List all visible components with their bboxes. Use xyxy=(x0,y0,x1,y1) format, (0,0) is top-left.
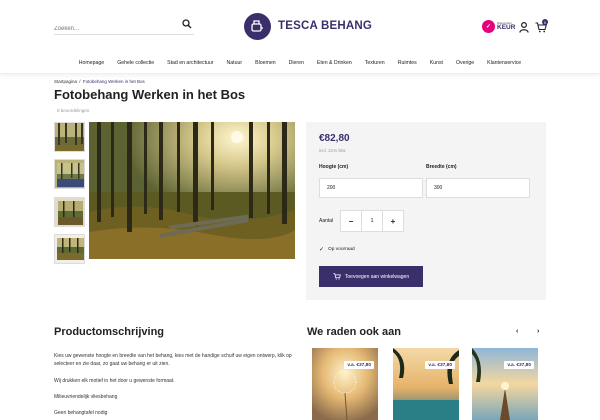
cart-count-badge: 0 xyxy=(542,19,548,25)
site-logo[interactable]: TESCA BEHANG xyxy=(244,12,372,40)
quantity-value[interactable]: 1 xyxy=(362,210,382,232)
description-paragraph: Geen behangtafel nodig xyxy=(54,410,108,416)
add-to-cart-button[interactable]: Toevoegen aan winkelwagen xyxy=(319,266,423,287)
recommendation-price: v.a. €37,80 xyxy=(425,361,455,369)
description-paragraph: Kies uw gewenste hoogte en breedte van h… xyxy=(54,353,292,367)
vat-note: incl. 21% btw xyxy=(319,148,346,153)
recommendation-price: v.a. €37,80 xyxy=(504,361,534,369)
user-icon[interactable] xyxy=(519,22,529,33)
description-title: Productomschrijving xyxy=(54,326,165,338)
breadcrumb-separator: / xyxy=(79,79,81,84)
keur-big-label: KEUR xyxy=(497,23,516,31)
width-input[interactable]: 300 xyxy=(426,178,530,198)
nav-item-gehele-collectie[interactable]: Gehele collectie xyxy=(111,60,161,66)
search-icon[interactable] xyxy=(182,19,192,29)
recommendation-card[interactable]: v.a. €37,80 xyxy=(472,348,538,420)
height-input[interactable]: 200 xyxy=(319,178,423,198)
height-label: Hoogte (cm) xyxy=(319,164,349,170)
quantity-label: Aantal xyxy=(319,218,334,224)
product-thumbnail[interactable] xyxy=(54,234,85,264)
product-thumbnail[interactable] xyxy=(54,122,85,152)
nav-item-overige[interactable]: Overige xyxy=(450,60,481,66)
nav-item-homepage[interactable]: Homepage xyxy=(72,60,110,66)
nav-item-natuur[interactable]: Natuur xyxy=(220,60,249,66)
product-thumbnail[interactable] xyxy=(54,197,85,227)
breadcrumb: Startpagina / Fotobehang Werken in het B… xyxy=(54,79,145,84)
logo-icon xyxy=(244,12,271,40)
nav-item-eten-drinken[interactable]: Eten & Drinken xyxy=(310,60,358,66)
recommendation-price: v.a. €37,80 xyxy=(344,361,374,369)
breadcrumb-home[interactable]: Startpagina xyxy=(54,79,77,84)
quantity-increase-button[interactable]: + xyxy=(382,210,404,232)
chevron-right-icon[interactable]: › xyxy=(537,328,539,335)
nav-item-klantenservice[interactable]: Klantenservice xyxy=(481,60,528,66)
quantity-decrease-button[interactable]: − xyxy=(340,210,362,232)
cart-icon xyxy=(333,273,341,280)
product-price: €82,80 xyxy=(319,133,350,144)
description-paragraph: Milieuvriendelijk vliesbehang xyxy=(54,394,118,400)
site-header: TESCA BEHANG ✓ Webwinkel KEUR 0 xyxy=(0,0,600,52)
product-thumbnail[interactable] xyxy=(54,159,85,189)
breadcrumb-current: Fotobehang Werken in het Bos xyxy=(82,79,145,84)
chevron-left-icon[interactable]: ‹ xyxy=(516,328,518,335)
search-bar[interactable] xyxy=(54,17,194,37)
width-label: Breedte (cm) xyxy=(426,164,457,170)
product-main-image[interactable] xyxy=(89,122,295,259)
description-paragraph: Wij drukken elk motief in het door u gew… xyxy=(54,378,175,384)
nav-item-dieren[interactable]: Dieren xyxy=(282,60,310,66)
recommendation-card[interactable]: v.a. €37,80 xyxy=(393,348,459,420)
logo-text: TESCA BEHANG xyxy=(278,20,372,32)
main-navigation: Homepage Gehele collectie Stad en architec… xyxy=(0,52,600,74)
nav-item-stad-en-architectuur[interactable]: Stad en architectuur xyxy=(161,60,220,66)
webwinkel-keur-badge[interactable]: ✓ Webwinkel KEUR xyxy=(482,20,515,33)
nav-item-ruimtes[interactable]: Ruimtes xyxy=(391,60,423,66)
nav-item-kunst[interactable]: Kunst xyxy=(423,60,449,66)
product-config-panel: €82,80 incl. 21% btw Hoogte (cm) 200 Bre… xyxy=(306,122,546,300)
stock-label: Op voorraad xyxy=(328,247,355,252)
nav-item-texturen[interactable]: Texturen xyxy=(358,60,391,66)
reviews-count[interactable]: 0 beoordelingen xyxy=(57,108,89,113)
keur-check-icon: ✓ xyxy=(482,20,495,33)
check-icon: ✓ xyxy=(319,247,325,253)
search-input[interactable] xyxy=(54,21,174,37)
quantity-stepper: − 1 + xyxy=(340,210,404,232)
stock-status: ✓ Op voorraad xyxy=(319,246,355,253)
nav-item-bloemen[interactable]: Bloemen xyxy=(249,60,282,66)
add-to-cart-label: Toevoegen aan winkelwagen xyxy=(344,273,410,280)
recommendation-card[interactable]: v.a. €37,80 xyxy=(312,348,378,420)
page-title: Fotobehang Werken in het Bos xyxy=(54,87,246,102)
recommendations-title: We raden ook aan xyxy=(307,326,401,338)
